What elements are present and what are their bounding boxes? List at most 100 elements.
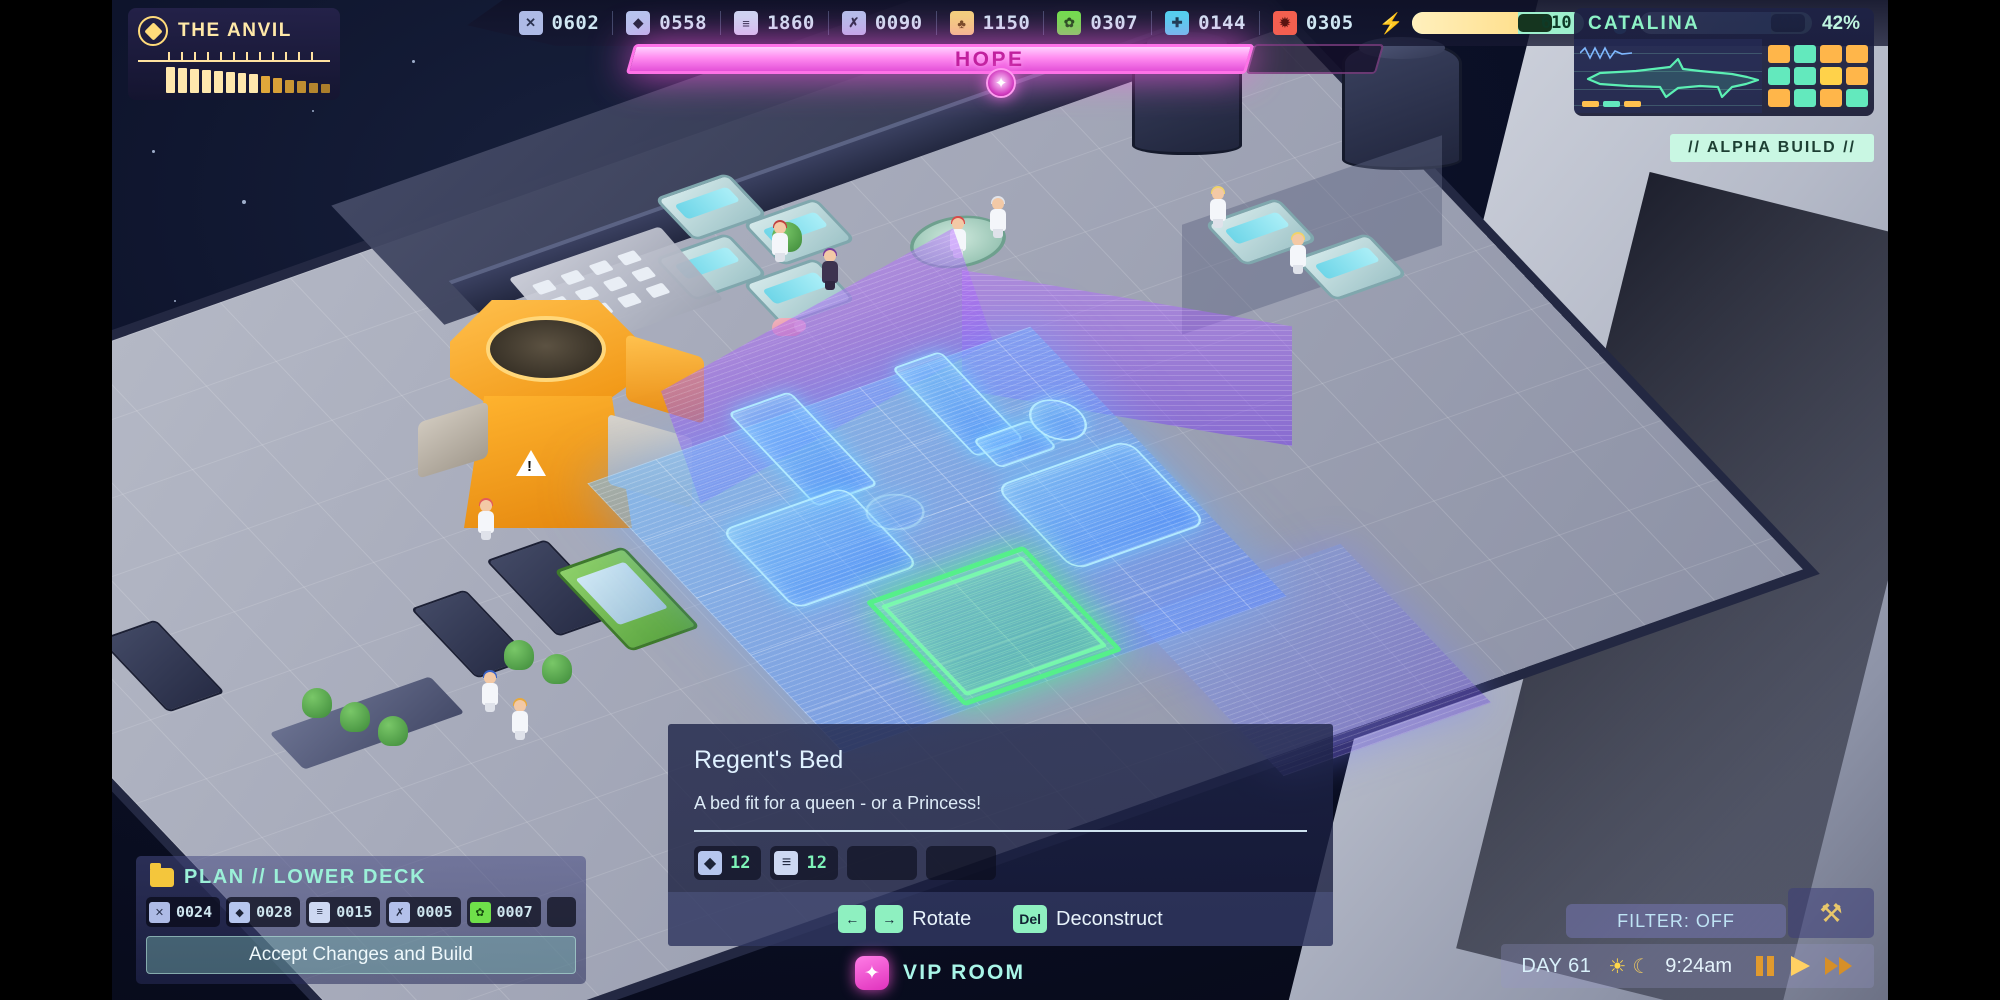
blueprint-room[interactable] xyxy=(587,230,1322,754)
play-icon[interactable] xyxy=(1788,954,1812,978)
crew-member[interactable] xyxy=(478,498,494,540)
crew-member[interactable] xyxy=(1210,186,1226,228)
steel-icon: ≡ xyxy=(734,11,759,35)
rotate-action[interactable]: ← → Rotate xyxy=(838,905,971,933)
resource-biomass[interactable]: ✿ 0307 xyxy=(1043,11,1151,35)
biomass-icon: ✿ xyxy=(1057,11,1082,35)
plan-cost-steel: ≡ 0015 xyxy=(306,897,381,927)
alloy-icon: ✕ xyxy=(149,901,170,923)
plan-cost-biomass: ✿ 0007 xyxy=(466,897,541,927)
plan-cost-empty xyxy=(546,897,576,927)
rotate-label: Rotate xyxy=(912,907,972,930)
inspector-actions: ← → Rotate Del Deconstruct xyxy=(668,892,1333,946)
cost-value: 12 xyxy=(730,853,751,873)
plan-cost-composite: ✗ 0005 xyxy=(386,897,461,927)
warning-triangle-icon xyxy=(516,450,546,476)
resource-medical[interactable]: ✚ 0144 xyxy=(1151,11,1259,35)
catalina-header: CATALINA 42% xyxy=(1574,8,1874,39)
plant xyxy=(302,688,332,718)
plan-header: PLAN // LOWER DECK xyxy=(146,863,576,897)
resource-food[interactable]: ♣ 1150 xyxy=(935,11,1044,35)
resource-hazard[interactable]: ✹ 0305 xyxy=(1258,11,1367,35)
crystal-icon: ◆ xyxy=(626,11,651,35)
room-name: VIP ROOM xyxy=(903,961,1026,984)
catalina-indicator-grid xyxy=(1762,39,1874,113)
cost-chip-crystal: ◆ 12 xyxy=(694,846,762,880)
catalina-percent: 42% xyxy=(1821,13,1860,34)
plan-cost-list: ✕ 0024 ◆ 0028 ≡ 0015 ✗ 0005 ✿ 0007 xyxy=(146,897,576,927)
resource-value: 0305 xyxy=(1305,12,1354,34)
speed-controls xyxy=(1748,954,1868,978)
tools-icon: ⚒ xyxy=(1819,897,1843,928)
resource-value: 0602 xyxy=(551,12,600,34)
cost-chip-steel: ≡ 12 xyxy=(770,846,838,880)
steel-icon: ≡ xyxy=(774,851,799,875)
alpha-build-tag: // ALPHA BUILD // xyxy=(1670,134,1874,162)
hope-bar-track xyxy=(1245,44,1385,74)
resource-crystal[interactable]: ◆ 0558 xyxy=(612,11,720,35)
resource-value: 1860 xyxy=(767,12,815,34)
catalina-status-pills xyxy=(1582,101,1641,107)
medical-icon: ✚ xyxy=(1165,11,1190,35)
delete-key-icon[interactable]: Del xyxy=(1013,905,1047,933)
arrow-left-key-icon[interactable]: ← xyxy=(838,905,867,933)
plan-cost-value: 0007 xyxy=(496,903,533,921)
clock-time: 9:24am xyxy=(1665,954,1732,977)
inspector-title: Regent's Bed xyxy=(694,746,844,774)
pause-icon[interactable] xyxy=(1754,954,1776,978)
crew-member[interactable] xyxy=(482,670,498,712)
anvil-tick-rule xyxy=(138,52,330,62)
power-meter[interactable]: ⚡ 610 xyxy=(1367,11,1596,36)
resource-value: 0307 xyxy=(1090,12,1139,34)
alloy-icon: ✕ xyxy=(518,11,543,35)
steel-icon: ≡ xyxy=(309,901,331,923)
accept-changes-and-build-button[interactable]: Accept Changes and Build xyxy=(146,936,576,974)
filter-toggle[interactable]: FILTER: OFF xyxy=(1566,904,1786,938)
plan-cost-value: 0024 xyxy=(176,903,213,921)
plant xyxy=(542,654,572,684)
resource-value: 0144 xyxy=(1198,12,1246,34)
anvil-progress-bars xyxy=(138,67,330,93)
power-fill xyxy=(1411,12,1519,34)
fast-forward-icon[interactable] xyxy=(1824,954,1854,978)
arrow-right-key-icon[interactable]: → xyxy=(875,905,904,933)
catalina-panel[interactable]: CATALINA 42% xyxy=(1574,8,1874,116)
room-label[interactable]: ✦ VIP ROOM xyxy=(855,956,1025,990)
star xyxy=(412,60,415,63)
diamond-emblem-icon xyxy=(138,16,168,46)
crystal-icon: ◆ xyxy=(229,901,251,923)
bolt-icon: ⚡ xyxy=(1378,12,1404,35)
resource-alloy[interactable]: ✕ 0602 xyxy=(506,11,613,35)
crew-member[interactable] xyxy=(512,698,528,740)
catalina-body xyxy=(1574,39,1874,113)
hope-bar-fill xyxy=(625,44,1255,74)
power-bar: 610 xyxy=(1411,12,1584,34)
tools-button[interactable]: ⚒ xyxy=(1788,888,1874,938)
star xyxy=(242,200,246,204)
plan-panel[interactable]: PLAN // LOWER DECK ✕ 0024 ◆ 0028 ≡ 0015 … xyxy=(136,856,586,984)
item-inspector-panel[interactable]: Regent's Bed A bed fit for a queen - or … xyxy=(668,724,1333,946)
resource-composite[interactable]: ✗ 0090 xyxy=(827,11,936,35)
reactor-core xyxy=(486,316,606,382)
hope-marker-icon: ✦ xyxy=(986,68,1016,98)
anvil-panel[interactable]: THE ANVIL xyxy=(128,8,340,100)
plan-cost-value: 0028 xyxy=(256,903,293,921)
game-screen: ✕ 0602 ◆ 0558 ≡ 1860 ✗ 0090 ♣ 1150 ✿ xyxy=(0,0,2000,1000)
catalina-scope xyxy=(1574,39,1762,113)
cost-value: 12 xyxy=(806,853,827,873)
ship-silhouette-icon xyxy=(1586,57,1760,99)
resource-value: 1150 xyxy=(982,12,1031,34)
plant xyxy=(504,640,534,670)
plant xyxy=(378,716,408,746)
star xyxy=(174,300,176,302)
sparkle-icon: ✦ xyxy=(855,956,889,990)
deconstruct-action[interactable]: Del Deconstruct xyxy=(1013,905,1163,933)
inspector-description: A bed fit for a queen - or a Princess! xyxy=(694,793,982,813)
resource-steel[interactable]: ≡ 1860 xyxy=(720,11,828,35)
biomass-icon: ✿ xyxy=(469,901,491,923)
plan-cost-alloy: ✕ 0024 xyxy=(146,897,221,927)
cost-chip-empty xyxy=(846,846,917,880)
catalina-name: CATALINA xyxy=(1588,13,1700,34)
hope-label: HOPE xyxy=(955,48,1025,71)
crystal-icon: ◆ xyxy=(698,851,722,875)
